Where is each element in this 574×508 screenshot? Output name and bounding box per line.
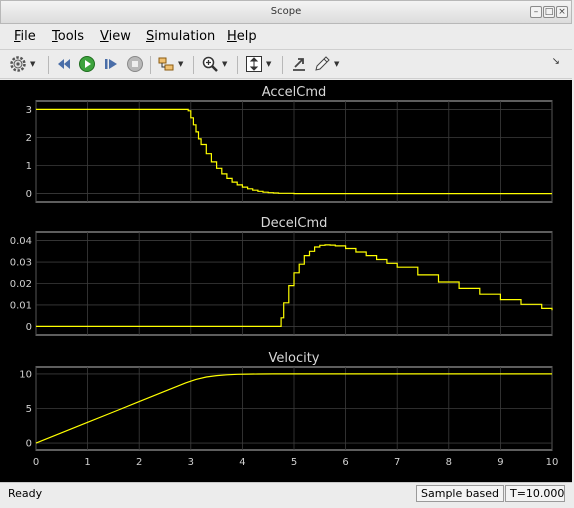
rewind-icon [58, 59, 70, 69]
x-tick-label: 0 [33, 457, 39, 468]
simulation-time: T=10.000 [505, 485, 565, 502]
restore-icon [293, 58, 305, 71]
minimize-icon[interactable]: – [530, 6, 542, 18]
zoom-in-icon [202, 56, 218, 72]
autoscale-icon [246, 56, 262, 72]
chevron-down-icon: ▼ [266, 60, 272, 68]
x-tick-label: 4 [239, 457, 245, 468]
menu-file[interactable]: File [14, 29, 36, 44]
settings-button[interactable]: ▼ [9, 54, 35, 74]
status-text: Ready [8, 487, 43, 500]
y-tick-label: 0.01 [10, 300, 32, 311]
status-bar: Ready Sample based T=10.000 [0, 482, 572, 506]
y-tick-label: 1 [26, 161, 32, 172]
x-tick-label: 10 [546, 457, 559, 468]
style-icon [315, 56, 330, 71]
menu-view[interactable]: View [100, 29, 131, 44]
x-tick-label: 1 [84, 457, 90, 468]
menu-tools[interactable]: Tools [52, 29, 84, 44]
scope-plot-area: 0 1 2 3 AccelCmd 0 0.01 0.02 0.03 0.04 DecelCmd 0 5 1… [0, 80, 572, 482]
y-tick-label: 10 [19, 369, 32, 380]
rewind-button[interactable] [55, 54, 73, 74]
x-tick-label: 3 [188, 457, 194, 468]
scope-plots: 0 1 2 3 AccelCmd 0 0.01 0.02 0.03 0.04 DecelCmd 0 5 1… [10, 85, 559, 468]
close-icon[interactable]: × [556, 6, 568, 18]
axes-title: Velocity [269, 351, 320, 366]
menu-bar: File Tools View Simulation Help ↘ [0, 26, 572, 67]
chevron-down-icon: ▼ [222, 60, 228, 68]
run-icon [79, 56, 95, 72]
y-tick-label: 5 [26, 404, 32, 415]
chevron-down-icon: ▼ [178, 60, 184, 68]
axes-title: AccelCmd [262, 85, 327, 100]
chevron-down-icon: ▼ [334, 60, 340, 68]
y-tick-label: 0.04 [10, 236, 32, 247]
chevron-down-icon: ▼ [30, 60, 36, 68]
y-tick-label: 0.03 [10, 258, 32, 269]
menu-help[interactable]: Help [227, 29, 257, 44]
x-tick-label: 8 [446, 457, 452, 468]
toolbar: ▼ ▼ ▼ ▼ ▼ [0, 49, 572, 79]
run-button[interactable] [78, 54, 96, 74]
x-tick-label: 2 [136, 457, 142, 468]
zoom-in-button[interactable]: ▼ [201, 54, 227, 74]
restore-button[interactable] [290, 54, 308, 74]
highlight-block-button[interactable]: ▼ [157, 54, 183, 74]
y-tick-label: 0 [26, 322, 32, 333]
menu-simulation[interactable]: Simulation [146, 29, 215, 44]
y-tick-label: 3 [26, 105, 32, 116]
step-forward-button[interactable] [102, 54, 120, 74]
y-tick-label: 0.02 [10, 279, 32, 290]
y-tick-label: 2 [26, 133, 32, 144]
x-tick-label: 5 [291, 457, 297, 468]
style-button[interactable]: ▼ [313, 54, 339, 74]
window-title: Scope [270, 6, 302, 17]
stop-icon [127, 56, 143, 72]
sample-mode-indicator: Sample based [416, 485, 504, 502]
axes-title: DecelCmd [261, 216, 328, 231]
stop-button[interactable] [126, 54, 144, 74]
step-forward-icon [105, 59, 117, 69]
x-tick-label: 9 [497, 457, 503, 468]
settings-icon [10, 56, 26, 72]
y-tick-label: 0 [26, 189, 32, 200]
maximize-icon[interactable]: □ [543, 6, 555, 18]
autoscale-button[interactable]: ▼ [245, 54, 271, 74]
x-tick-label: 7 [394, 457, 400, 468]
x-tick-label: 6 [342, 457, 348, 468]
y-tick-label: 0 [26, 439, 32, 450]
window-titlebar: Scope – □ × [0, 0, 572, 24]
highlight-block-icon [158, 57, 174, 71]
